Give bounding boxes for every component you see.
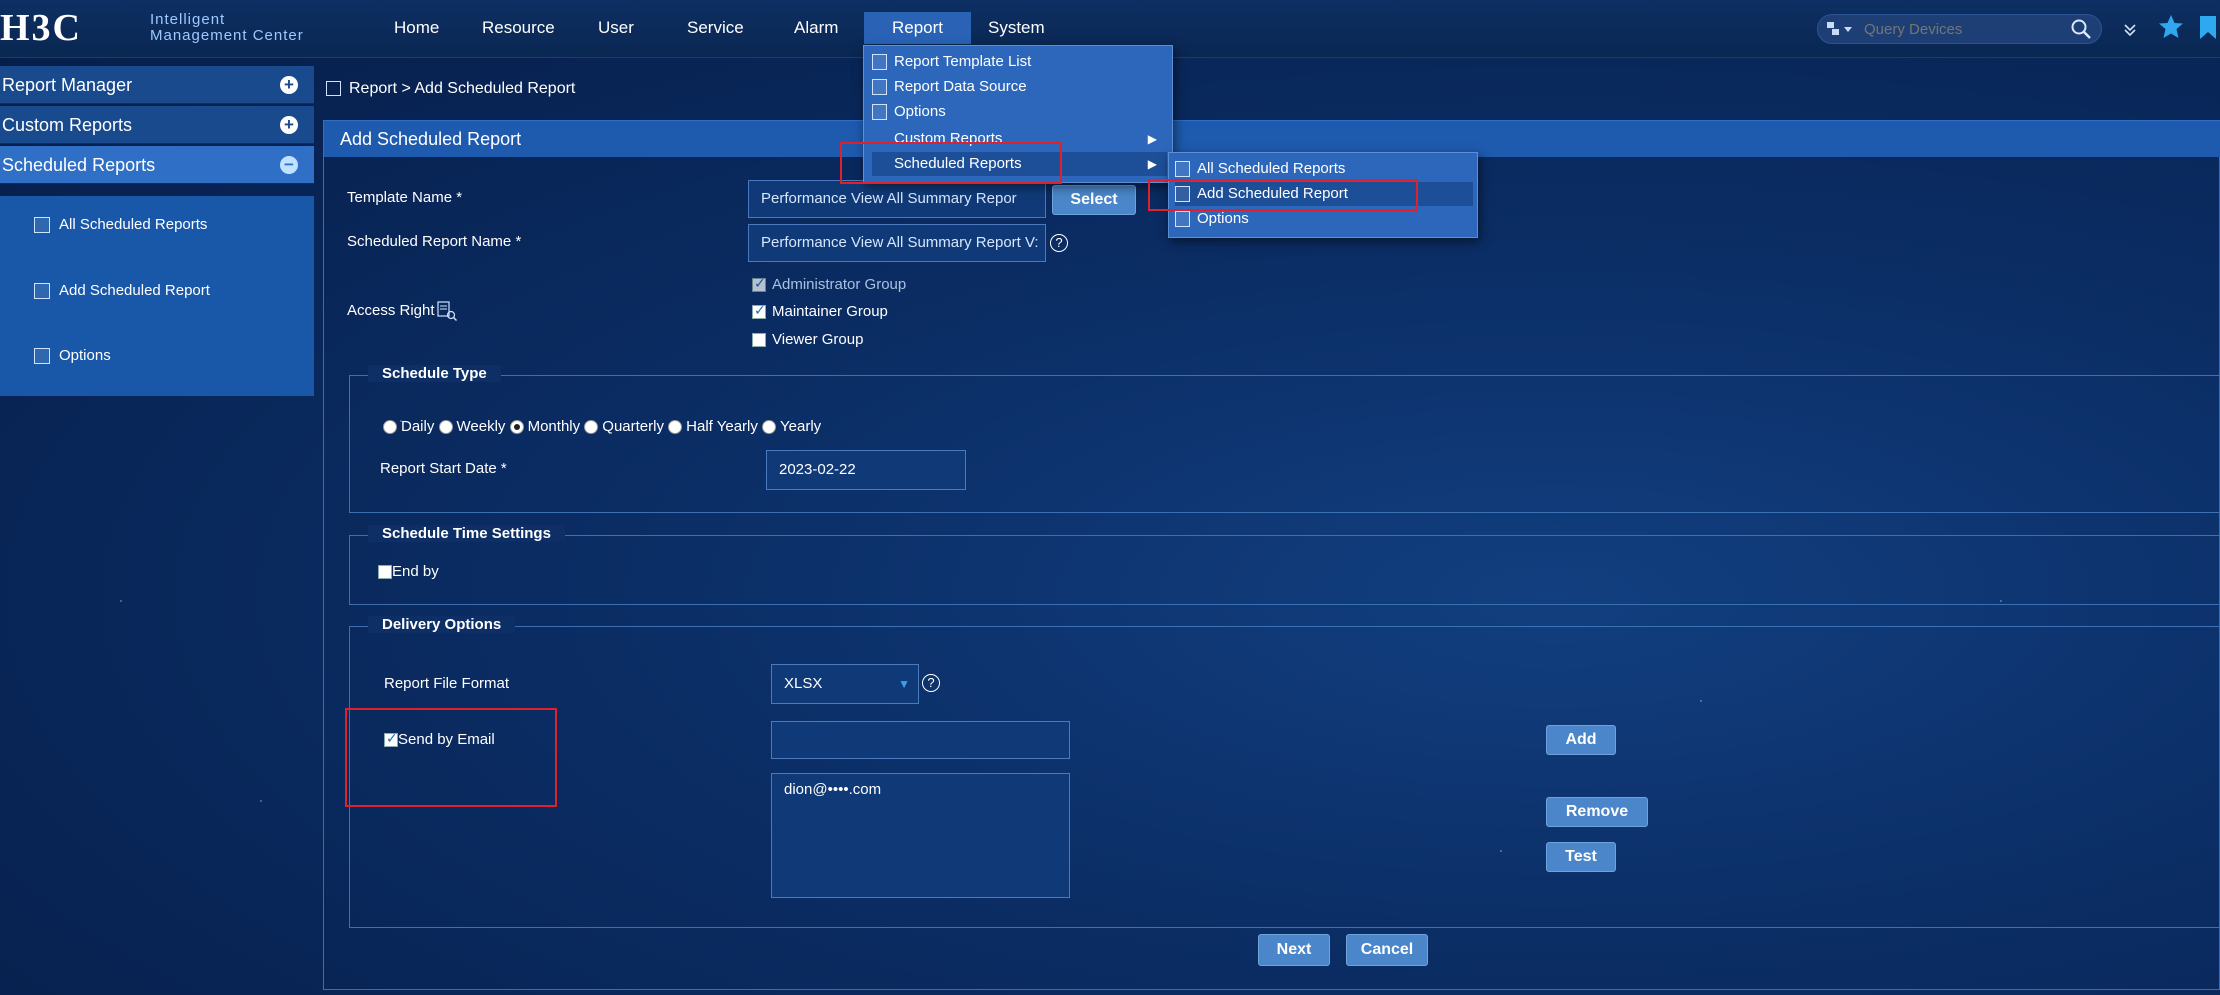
start-date-field[interactable]: 2023-02-22 bbox=[766, 450, 966, 490]
delivery-options-fieldset bbox=[349, 626, 2220, 928]
nav-system[interactable]: System bbox=[974, 14, 1059, 42]
options-icon bbox=[34, 348, 50, 365]
template-name-field[interactable]: Performance View All Summary Repor bbox=[748, 180, 1046, 218]
radio-half-yearly[interactable]: Half Yearly bbox=[668, 418, 758, 435]
schedule-type-legend: Schedule Type bbox=[368, 365, 501, 382]
access-right-label: Access Right bbox=[347, 302, 435, 319]
menu-item-report-template-list[interactable]: Report Template List bbox=[872, 50, 1167, 74]
bookmark-icon[interactable] bbox=[2198, 15, 2218, 41]
radio-yearly[interactable]: Yearly bbox=[762, 418, 821, 435]
options-icon bbox=[872, 104, 887, 120]
schedule-time-legend: Schedule Time Settings bbox=[368, 525, 565, 542]
radio-quarterly[interactable]: Quarterly bbox=[584, 418, 664, 435]
test-email-button[interactable]: Test bbox=[1546, 842, 1616, 872]
sidebar-section-scheduled-reports[interactable]: Scheduled Reports − bbox=[0, 146, 314, 184]
template-name-label: Template Name * bbox=[347, 189, 463, 206]
report-file-format-label: Report File Format bbox=[384, 675, 510, 692]
start-date-label: Report Start Date * bbox=[380, 460, 507, 477]
nav-report[interactable]: Report bbox=[864, 12, 972, 44]
checkbox[interactable] bbox=[378, 565, 392, 580]
schedule-type-fieldset bbox=[349, 375, 2220, 513]
collapse-minus-icon[interactable]: − bbox=[280, 156, 298, 174]
cancel-button[interactable]: Cancel bbox=[1346, 934, 1428, 966]
file-format-select[interactable]: XLSX ▼ bbox=[771, 664, 919, 704]
h3c-logo: H3C bbox=[0, 7, 82, 49]
maintainer-group-checkbox[interactable]: Maintainer Group bbox=[752, 302, 888, 320]
breadcrumb: Report > Add Scheduled Report bbox=[326, 80, 575, 98]
dropdown-arrow-icon: ▼ bbox=[898, 677, 910, 691]
end-by-checkbox[interactable]: End by bbox=[378, 563, 439, 580]
menu-item-options[interactable]: Options bbox=[872, 100, 1167, 124]
nav-user[interactable]: User bbox=[584, 14, 648, 42]
expand-plus-icon[interactable]: + bbox=[280, 116, 298, 134]
checkbox[interactable] bbox=[752, 302, 766, 320]
sidebar-item-all-scheduled-reports[interactable]: All Scheduled Reports bbox=[34, 216, 207, 234]
submenu-item-all-scheduled-reports[interactable]: All Scheduled Reports bbox=[1175, 157, 1473, 181]
search-icon[interactable] bbox=[2070, 18, 2092, 40]
highlight-box bbox=[1148, 179, 1418, 211]
schedule-type-options: Daily Weekly Monthly Quarterly Half Year… bbox=[383, 418, 821, 435]
highlight-box bbox=[840, 142, 1062, 184]
report-template-icon bbox=[872, 54, 887, 70]
favorite-star-icon[interactable] bbox=[2157, 13, 2185, 41]
nav-alarm[interactable]: Alarm bbox=[780, 14, 852, 42]
next-button[interactable]: Next bbox=[1258, 934, 1330, 966]
scheduled-report-name-label: Scheduled Report Name * bbox=[347, 233, 522, 250]
options-icon bbox=[1175, 211, 1190, 227]
help-icon[interactable]: ? bbox=[1050, 234, 1068, 252]
sidebar-item-options[interactable]: Options bbox=[34, 347, 111, 365]
help-icon[interactable]: ? bbox=[922, 674, 940, 692]
nav-home[interactable]: Home bbox=[380, 14, 453, 42]
chevron-double-down-icon[interactable] bbox=[2122, 22, 2138, 38]
viewer-group-checkbox[interactable]: Viewer Group bbox=[752, 331, 863, 348]
logo-subtitle: Intelligent Management Center bbox=[150, 11, 304, 44]
access-right-search-icon[interactable] bbox=[436, 300, 458, 322]
submenu-arrow-icon: ▶ bbox=[1147, 132, 1157, 146]
remove-email-button[interactable]: Remove bbox=[1546, 797, 1648, 827]
add-email-button[interactable]: Add bbox=[1546, 725, 1616, 755]
menu-item-report-data-source[interactable]: Report Data Source bbox=[872, 75, 1167, 99]
radio-monthly[interactable]: Monthly bbox=[509, 418, 580, 435]
nav-resource[interactable]: Resource bbox=[468, 14, 569, 42]
nav-service[interactable]: Service bbox=[673, 14, 758, 42]
submenu-arrow-icon: ▶ bbox=[1147, 157, 1157, 171]
select-template-button[interactable]: Select bbox=[1052, 185, 1136, 215]
data-source-icon bbox=[872, 79, 887, 95]
highlight-box bbox=[345, 708, 557, 807]
report-list-icon bbox=[34, 283, 50, 300]
checkbox[interactable] bbox=[752, 275, 766, 293]
checkbox[interactable] bbox=[752, 333, 766, 348]
schedule-time-fieldset bbox=[349, 535, 2220, 605]
edit-report-icon bbox=[34, 217, 50, 234]
scheduled-report-name-field[interactable]: Performance View All Summary Report V: bbox=[748, 224, 1046, 262]
admin-group-checkbox[interactable]: Administrator Group bbox=[752, 275, 906, 293]
email-input[interactable] bbox=[771, 721, 1070, 759]
sidebar-section-report-manager[interactable]: Report Manager + bbox=[0, 66, 314, 104]
sidebar-section-custom-reports[interactable]: Custom Reports + bbox=[0, 106, 314, 144]
delivery-options-legend: Delivery Options bbox=[368, 616, 516, 633]
radio-daily[interactable]: Daily bbox=[383, 418, 434, 435]
device-filter-icon[interactable] bbox=[1826, 20, 1854, 38]
expand-plus-icon[interactable]: + bbox=[280, 76, 298, 94]
edit-report-icon bbox=[1175, 161, 1190, 177]
radio-weekly[interactable]: Weekly bbox=[438, 418, 505, 435]
search-input[interactable] bbox=[1862, 20, 2062, 39]
email-list-item[interactable]: dion@••••.com bbox=[784, 778, 1057, 802]
report-list-icon bbox=[326, 81, 341, 97]
email-list[interactable]: dion@••••.com bbox=[771, 773, 1070, 898]
sidebar-item-add-scheduled-report[interactable]: Add Scheduled Report bbox=[34, 282, 210, 300]
